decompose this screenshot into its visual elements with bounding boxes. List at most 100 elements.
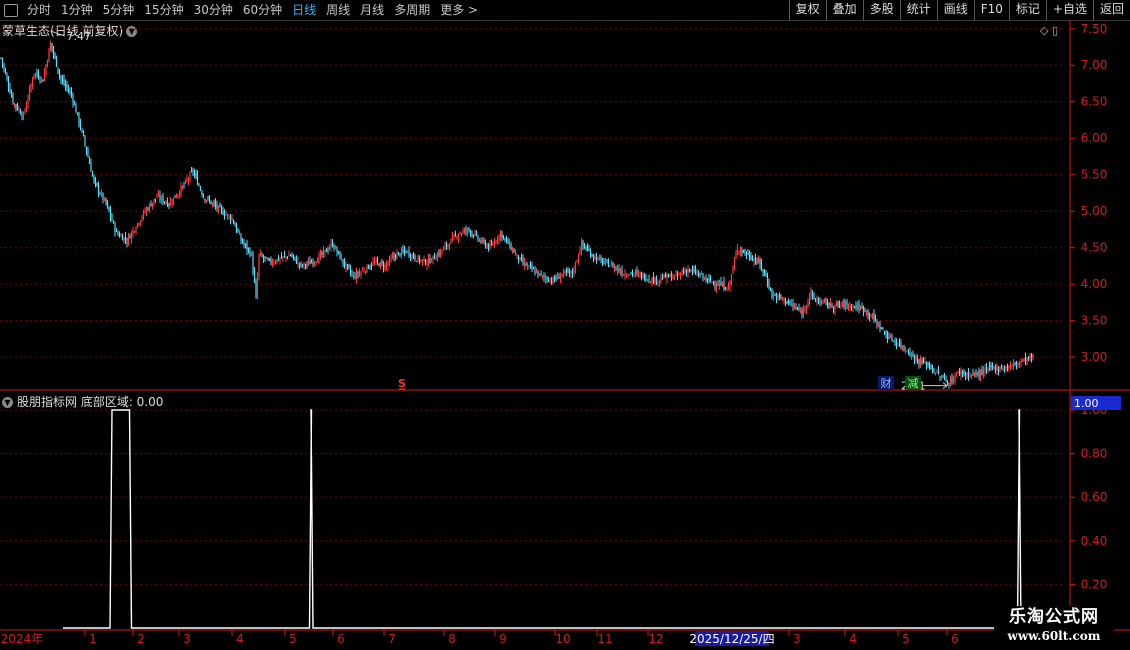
candle-body — [85, 146, 88, 152]
candle-body — [774, 294, 776, 296]
period-tab-10[interactable]: 更多 > — [435, 0, 483, 20]
candle-body — [535, 271, 538, 273]
candle-body — [846, 301, 848, 305]
period-tab-4[interactable]: 30分钟 — [189, 0, 238, 20]
candle-body — [916, 356, 919, 362]
main-chart-title[interactable]: 蒙草生态(日线 前复权) ▼ — [2, 22, 138, 39]
candle-body — [505, 238, 508, 240]
candle-body — [555, 278, 557, 280]
period-tab-3[interactable]: 15分钟 — [139, 0, 188, 20]
toolbar-button-3[interactable]: 统计 — [899, 0, 937, 20]
candle-body — [526, 265, 529, 267]
date-tick-label: 11 — [597, 632, 612, 646]
candle-body — [300, 263, 302, 265]
candle-body — [492, 244, 494, 246]
candle-body — [418, 256, 421, 262]
candle-body — [400, 250, 403, 256]
candle-body — [675, 274, 677, 276]
candle-body — [319, 253, 322, 256]
chevron-down-icon[interactable]: ▼ — [2, 397, 13, 408]
chart-corner-icons[interactable]: ◇ ▯ — [1040, 24, 1058, 37]
candle-body — [427, 258, 430, 264]
candle-body — [909, 352, 911, 356]
candle-body — [336, 249, 338, 253]
candle-body — [546, 276, 548, 281]
candle-body — [9, 87, 11, 94]
toolbar-button-1[interactable]: 叠加 — [825, 0, 863, 20]
toolbar-button-5[interactable]: F10 — [973, 0, 1009, 20]
toolbar-button-4[interactable]: 画线 — [936, 0, 974, 20]
candle-body — [376, 259, 379, 263]
candle-body — [876, 321, 878, 325]
candle-body — [766, 277, 769, 284]
candle-body — [528, 265, 530, 267]
candle-body — [889, 335, 892, 337]
period-tab-8[interactable]: 月线 — [355, 0, 389, 20]
candle-body — [700, 273, 703, 275]
candle-body — [313, 262, 316, 264]
event-marker-bg — [905, 376, 921, 390]
candle-body — [37, 73, 40, 79]
candle-body — [202, 196, 205, 198]
candle-body — [696, 272, 698, 274]
candle-body — [385, 263, 388, 267]
candle-body — [465, 229, 467, 231]
period-tab-2[interactable]: 5分钟 — [98, 0, 140, 20]
candle-body — [769, 288, 772, 290]
period-tab-7[interactable]: 周线 — [321, 0, 355, 20]
candle-body — [124, 236, 127, 240]
period-tab-9[interactable]: 多周期 — [389, 0, 435, 20]
period-tab-6[interactable]: 日线 — [287, 0, 321, 20]
candle-body — [771, 288, 773, 297]
candle-body — [627, 276, 629, 278]
candle-body — [321, 251, 323, 255]
candle-body — [942, 376, 944, 378]
candle-body — [303, 262, 305, 266]
candle-body — [885, 334, 887, 336]
candle-body — [570, 271, 572, 274]
toolbar-button-7[interactable]: +自选 — [1045, 0, 1093, 20]
candle-body — [1006, 366, 1009, 368]
candle-body — [607, 262, 610, 268]
toolbar-button-6[interactable]: 标记 — [1008, 0, 1046, 20]
candle-body — [292, 254, 295, 258]
candle-body — [378, 263, 380, 267]
candle-body — [519, 257, 521, 261]
candle-body — [252, 253, 254, 272]
candle-body — [759, 259, 761, 265]
candle-body — [3, 64, 5, 69]
candle-body — [748, 252, 751, 258]
toolbar-button-2[interactable]: 多股 — [862, 0, 900, 20]
candle-body — [1015, 362, 1018, 366]
candle-body — [954, 376, 956, 382]
candle-body — [480, 240, 482, 243]
candle-body — [861, 306, 863, 308]
candle-body — [286, 257, 289, 259]
period-tab-1[interactable]: 1分钟 — [56, 0, 98, 20]
candle-body — [754, 257, 757, 262]
candle-body — [10, 92, 13, 97]
date-tick-label: 3 — [183, 632, 191, 646]
candle-body — [381, 261, 383, 264]
candle-body — [33, 73, 35, 79]
candle-body — [880, 327, 883, 330]
candle-body — [517, 255, 520, 260]
candle-body — [195, 173, 197, 177]
candle-body — [148, 204, 151, 210]
toggle-panel-icon[interactable] — [4, 3, 18, 17]
period-tab-0[interactable]: 分时 — [22, 0, 56, 20]
chevron-down-icon[interactable]: ▼ — [126, 26, 138, 37]
candle-body — [888, 337, 890, 339]
toolbar-button-0[interactable]: 复权 — [788, 0, 826, 20]
candle-body — [993, 366, 995, 368]
chart-canvas[interactable]: 7.50 7.00 6.50 6.00 5.50 5.00 4.50 4.00 3.50 3.00… — [0, 0, 1130, 650]
candle-body — [850, 306, 853, 309]
candle-body — [49, 42, 52, 51]
candle-body — [853, 306, 856, 308]
indicator-title[interactable]: ▼ 股朋指标网 底部区域: 0.00 — [2, 393, 163, 410]
toolbar-button-8[interactable]: 返回 — [1092, 0, 1130, 20]
candle-body — [1008, 366, 1010, 369]
price-annotations: 7.472.61S 财减 — [50, 30, 948, 393]
period-tab-5[interactable]: 60分钟 — [238, 0, 287, 20]
candle-body — [775, 294, 778, 299]
